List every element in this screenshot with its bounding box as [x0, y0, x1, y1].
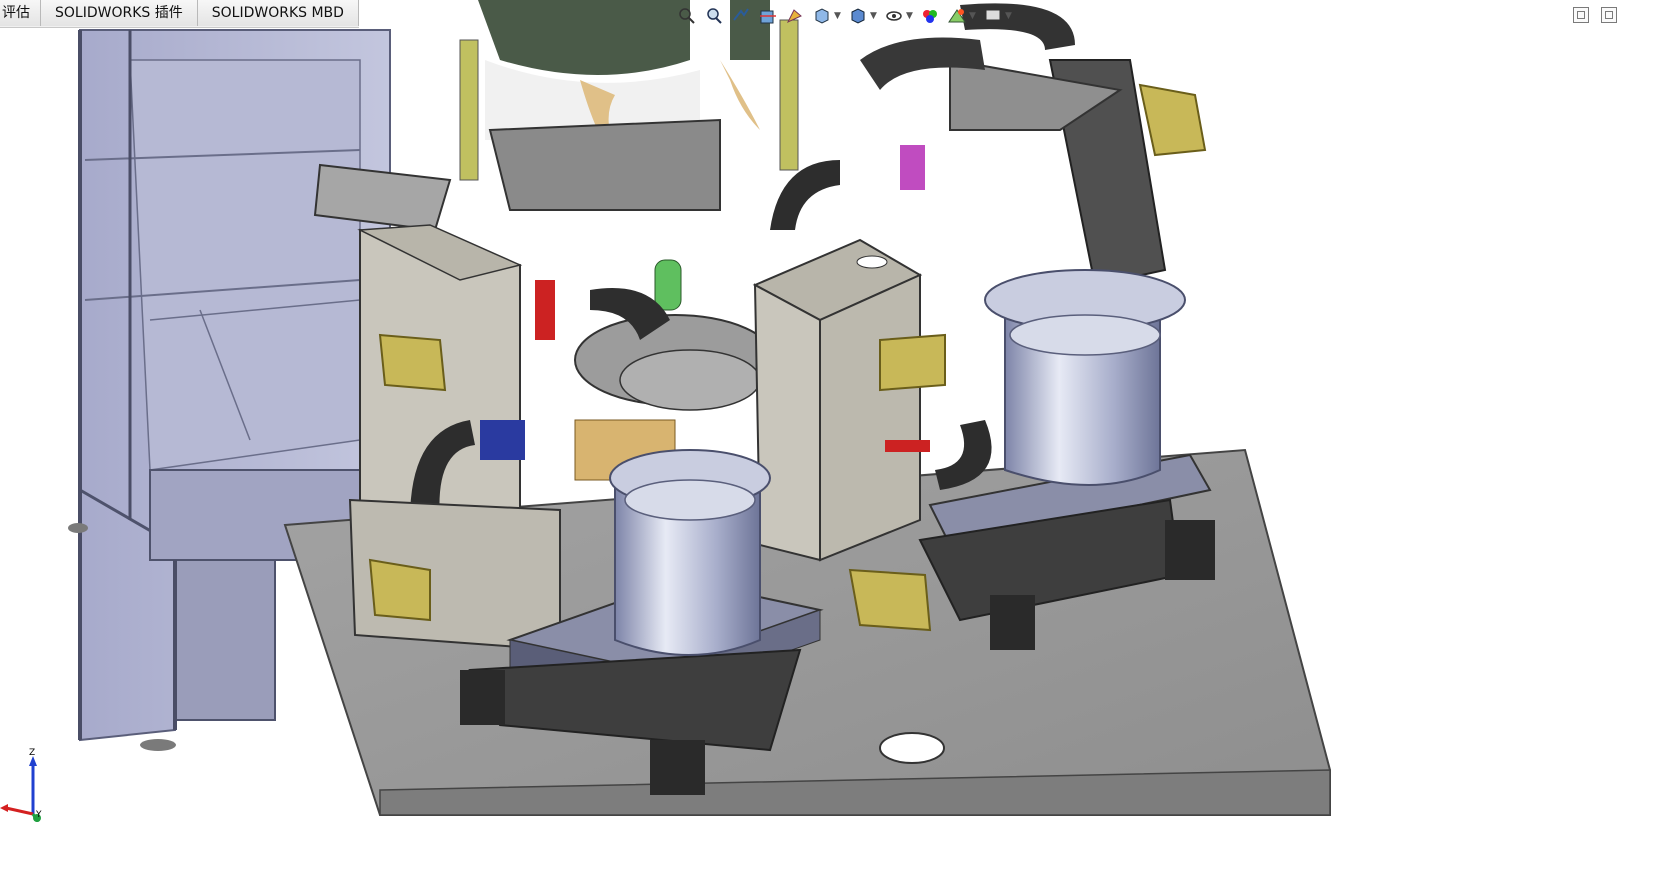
- triad-y-label: Y: [36, 810, 42, 820]
- light-curtain-post-left[interactable]: [459, 39, 479, 181]
- view-orientation-icon[interactable]: [811, 5, 833, 27]
- reference-triad: Z Y: [0, 748, 56, 823]
- chevron-down-icon[interactable]: ▼: [870, 11, 878, 21]
- heads-up-view-toolbar: ▼ ▼ ▼ ▼ ▼: [676, 3, 1013, 29]
- chevron-down-icon[interactable]: ▼: [906, 11, 914, 21]
- dynamic-annotation-icon[interactable]: [784, 5, 806, 27]
- tab-solidworks-mbd[interactable]: SOLIDWORKS MBD: [197, 0, 359, 26]
- light-curtain-post-right[interactable]: [779, 19, 799, 171]
- triad-z-label: Z: [29, 748, 36, 758]
- maximize-window-button[interactable]: [1601, 7, 1617, 23]
- rotary-indexer[interactable]: [535, 259, 776, 481]
- apply-scene-icon[interactable]: [946, 5, 968, 27]
- chevron-down-icon[interactable]: ▼: [969, 11, 977, 21]
- command-manager-tabs: 评估 SOLIDWORKS 插件 SOLIDWORKS MBD: [0, 0, 359, 28]
- zoom-to-area-icon[interactable]: [703, 5, 725, 27]
- zoom-to-fit-icon[interactable]: [676, 5, 698, 27]
- tab-evaluate[interactable]: 评估: [0, 0, 41, 26]
- graphics-window-controls: [1573, 7, 1617, 23]
- robot-arm[interactable]: [860, 3, 1207, 287]
- previous-view-icon[interactable]: [730, 5, 752, 27]
- tab-solidworks-addins[interactable]: SOLIDWORKS 插件: [41, 0, 198, 26]
- section-view-icon[interactable]: [757, 5, 779, 27]
- chevron-down-icon[interactable]: ▼: [1005, 11, 1013, 21]
- restore-window-button[interactable]: [1573, 7, 1589, 23]
- view-settings-icon[interactable]: [982, 5, 1004, 27]
- display-style-icon[interactable]: [847, 5, 869, 27]
- hopper-tray[interactable]: [488, 118, 721, 211]
- model-graphics-area[interactable]: [0, 0, 1669, 872]
- hide-show-icon[interactable]: [883, 5, 905, 27]
- edit-appearance-icon[interactable]: [919, 5, 941, 27]
- chevron-down-icon[interactable]: ▼: [834, 11, 842, 21]
